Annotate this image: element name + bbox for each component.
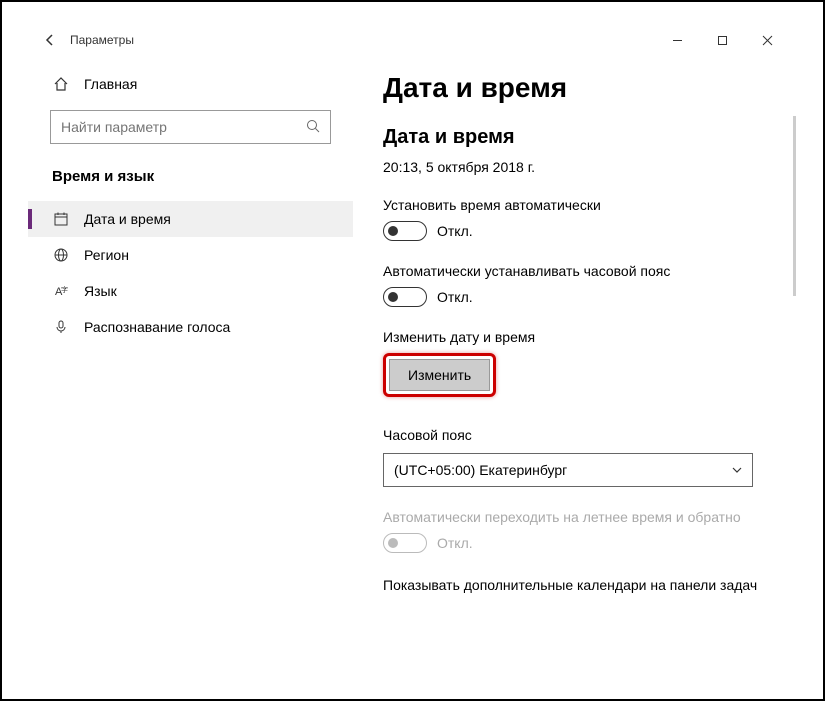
svg-text:字: 字 [61, 285, 68, 294]
chevron-down-icon [732, 465, 742, 476]
titlebar: Параметры [28, 24, 798, 56]
app-title: Параметры [70, 33, 134, 47]
close-button[interactable] [745, 26, 790, 54]
auto-time-state: Откл. [437, 223, 473, 239]
home-icon [52, 76, 70, 92]
sidebar: Главная Время и язык Дата и время [28, 56, 353, 680]
highlight-box: Изменить [383, 353, 496, 397]
search-input[interactable] [61, 119, 306, 135]
search-icon [306, 119, 320, 136]
change-dt-label: Изменить дату и время [383, 329, 790, 345]
microphone-icon [52, 319, 70, 335]
globe-icon [52, 247, 70, 263]
language-icon: A字 [52, 283, 70, 299]
maximize-button[interactable] [700, 26, 745, 54]
auto-tz-state: Откл. [437, 289, 473, 305]
current-datetime: 20:13, 5 октября 2018 г. [383, 159, 790, 175]
sidebar-item-label: Регион [84, 247, 129, 263]
extra-cal-label: Показывать дополнительные календари на п… [383, 575, 790, 596]
auto-time-label: Установить время автоматически [383, 197, 790, 213]
page-title: Дата и время [383, 72, 790, 104]
sidebar-item-speech[interactable]: Распознавание голоса [28, 309, 353, 345]
settings-window: Параметры Главная [0, 0, 825, 701]
back-button[interactable] [36, 26, 64, 54]
tz-value: (UTC+05:00) Екатеринбург [394, 462, 567, 478]
dst-state: Откл. [437, 535, 473, 551]
dst-toggle [383, 533, 427, 553]
search-box[interactable] [50, 110, 331, 144]
minimize-button[interactable] [655, 26, 700, 54]
auto-time-toggle[interactable] [383, 221, 427, 241]
dst-label: Автоматически переходить на летнее время… [383, 509, 790, 525]
sidebar-item-label: Распознавание голоса [84, 319, 230, 335]
sidebar-item-region[interactable]: Регион [28, 237, 353, 273]
tz-label: Часовой пояс [383, 427, 790, 443]
sidebar-item-label: Язык [84, 283, 117, 299]
sidebar-item-date-time[interactable]: Дата и время [28, 201, 353, 237]
section-title: Дата и время [383, 126, 790, 149]
sidebar-section-title: Время и язык [28, 160, 353, 201]
sidebar-item-language[interactable]: A字 Язык [28, 273, 353, 309]
tz-dropdown[interactable]: (UTC+05:00) Екатеринбург [383, 453, 753, 487]
sidebar-item-label: Дата и время [84, 211, 171, 227]
change-button[interactable]: Изменить [389, 359, 490, 391]
home-link[interactable]: Главная [28, 68, 353, 100]
main-content: Дата и время Дата и время 20:13, 5 октяб… [353, 56, 798, 680]
scrollbar[interactable] [793, 116, 796, 296]
auto-tz-label: Автоматически устанавливать часовой пояс [383, 263, 790, 279]
calendar-icon [52, 211, 70, 227]
home-label: Главная [84, 76, 137, 92]
auto-tz-toggle[interactable] [383, 287, 427, 307]
